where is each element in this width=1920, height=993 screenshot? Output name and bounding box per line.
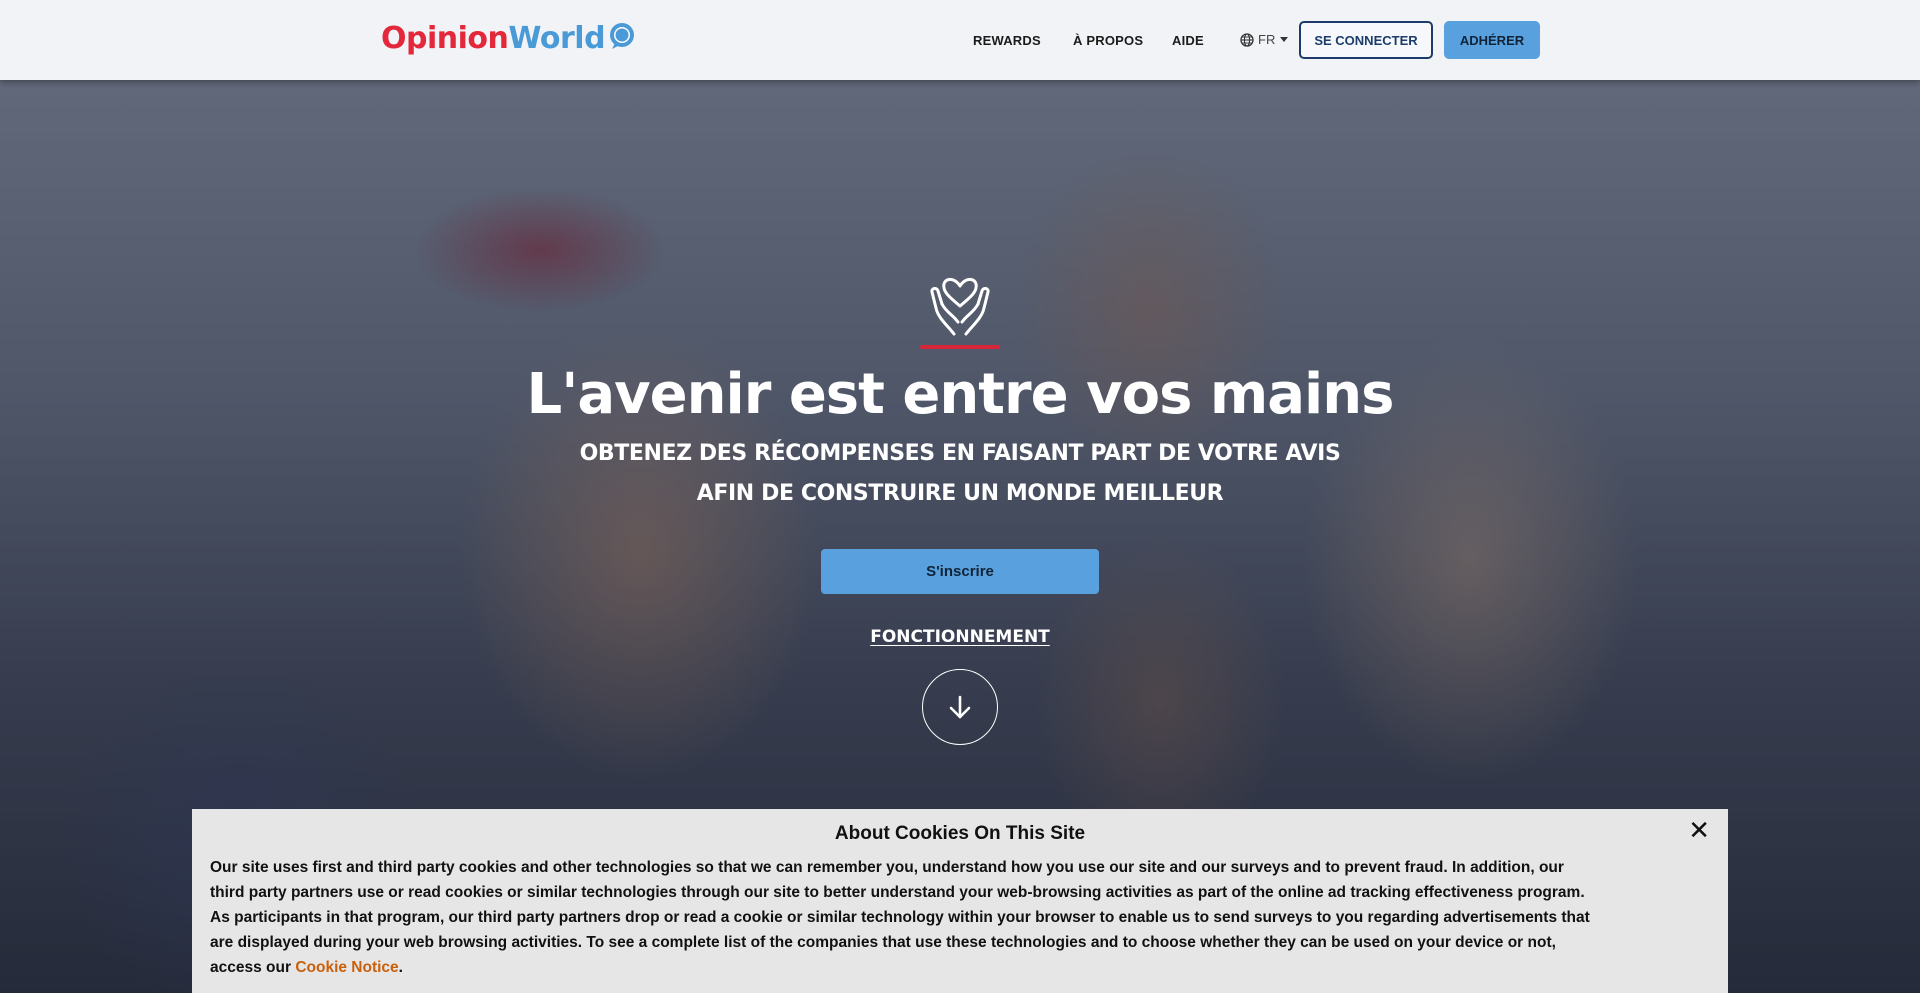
signup-button[interactable]: S'inscrire — [821, 549, 1099, 594]
cookie-text: Our site uses first and third party cook… — [210, 855, 1590, 980]
cookie-notice-link[interactable]: Cookie Notice — [295, 959, 398, 976]
speech-bubble-icon — [610, 23, 635, 49]
logo[interactable]: Opinion World — [381, 18, 636, 58]
site-header: Opinion World REWARDS À PROPOS AIDE FR SE… — [0, 0, 1920, 80]
join-button[interactable]: ADHÉRER — [1444, 21, 1540, 59]
nav-help[interactable]: AIDE — [1172, 33, 1204, 48]
logo-text-world: World — [508, 20, 606, 56]
hands-heart-icon — [930, 278, 990, 336]
hero-subtitle: OBTENEZ DES RÉCOMPENSES EN FAISANT PART … — [579, 441, 1341, 506]
language-selector[interactable]: FR — [1240, 32, 1289, 47]
logo-text-opinion: Opinion — [381, 20, 509, 56]
cookie-title: About Cookies On This Site — [834, 823, 1086, 844]
how-it-works-link[interactable]: FONCTIONNEMENT — [0, 627, 1920, 647]
cookie-banner: ✕ About Cookies On This Site Our site us… — [192, 809, 1728, 993]
cookie-tail: . — [398, 959, 403, 976]
scroll-down-button[interactable] — [922, 669, 998, 745]
login-button[interactable]: SE CONNECTER — [1299, 21, 1433, 59]
nav-rewards[interactable]: REWARDS — [973, 33, 1041, 48]
cookie-body: Our site uses first and third party cook… — [210, 859, 1590, 976]
globe-icon — [1240, 32, 1254, 47]
title-accent-line — [920, 345, 1000, 349]
arrow-down-icon — [949, 695, 971, 719]
close-icon[interactable]: ✕ — [1688, 815, 1710, 846]
hero-title: L'avenir est entre vos mains — [526, 362, 1395, 427]
language-label: FR — [1258, 32, 1276, 47]
caret-down-icon — [1280, 37, 1289, 42]
nav-about[interactable]: À PROPOS — [1073, 33, 1143, 48]
